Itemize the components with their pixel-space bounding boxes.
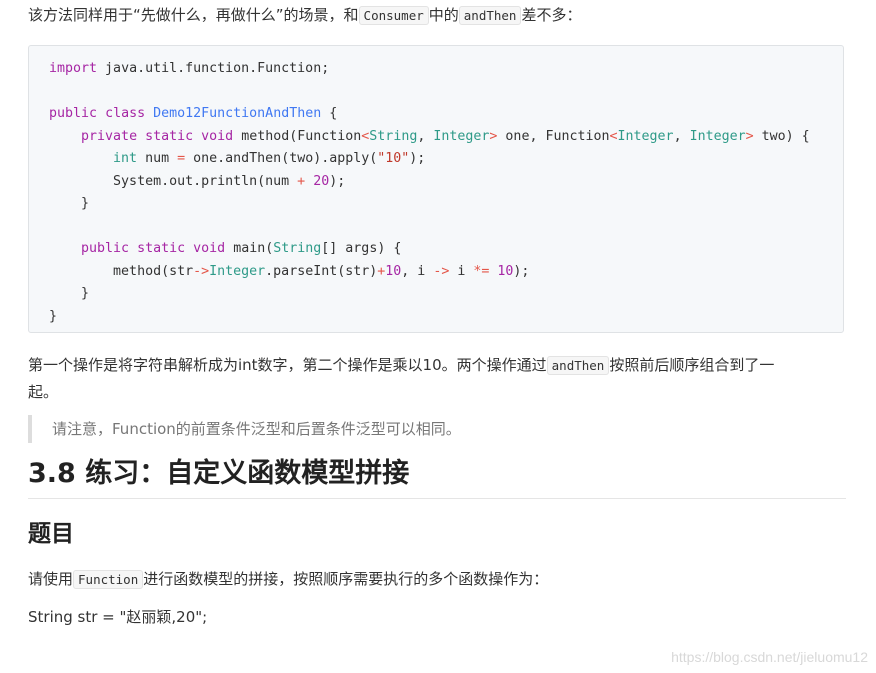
section-heading: 3.8 练习：自定义函数模型拼接 <box>28 452 846 499</box>
code-line-9: public static void main(String[] args) { <box>81 241 402 256</box>
task-text-before: 请使用 <box>28 570 74 588</box>
code-line-7: } <box>81 196 90 211</box>
intro-text-middle: 中的 <box>428 6 459 24</box>
code-content: import java.util.function.Function; publ… <box>29 46 843 340</box>
explanation-text-line2: 起。 <box>28 383 59 401</box>
code-line-5: int num = one.andThen(two).apply("10"); <box>113 151 426 166</box>
note-text: 请注意，Function的前置条件泛型和后置条件泛型可以相同。 <box>52 420 461 438</box>
watermark: https://blog.csdn.net/jieluomu12 <box>671 649 868 665</box>
code-line-10: method(str->Integer.parseInt(str)+10, i … <box>113 263 530 279</box>
inline-code-andthen-2: andThen <box>546 356 610 375</box>
subsection-heading: 题目 <box>28 521 74 547</box>
intro-paragraph: 该方法同样用于“先做什么，再做什么”的场景，和 Consumer 中的 andThen… <box>28 2 581 29</box>
inline-code-consumer: Consumer <box>358 6 429 25</box>
note-blockquote: 请注意，Function的前置条件泛型和后置条件泛型可以相同。 <box>28 415 844 443</box>
code-line-6: System.out.println(num + 20); <box>113 173 346 189</box>
code-line-3: public class Demo12FunctionAndThen { <box>49 106 338 121</box>
code-line-1: import java.util.function.Function; <box>49 61 330 76</box>
code-line-12: } <box>49 308 58 324</box>
intro-text-before: 该方法同样用于“先做什么，再做什么”的场景，和 <box>28 6 359 24</box>
explanation-text-after: 按照前后顺序组合到了一 <box>609 356 775 374</box>
inline-code-andthen: andThen <box>458 6 522 25</box>
code-line-11: } <box>81 286 90 301</box>
explanation-paragraph: 第一个操作是将字符串解析成为int数字，第二个操作是乘以10。两个操作通过 and… <box>28 352 846 405</box>
inline-code-function: Function <box>73 570 144 589</box>
intro-text-after: 差不多： <box>521 6 582 24</box>
explanation-text-before: 第一个操作是将字符串解析成为int数字，第二个操作是乘以10。两个操作通过 <box>28 356 547 374</box>
code-block: import java.util.function.Function; publ… <box>28 45 844 333</box>
task-text-after: 进行函数模型的拼接，按照顺序需要执行的多个函数操作为： <box>143 570 549 588</box>
string-declaration: String str = "赵丽颖,20"; <box>28 608 208 626</box>
code-line-4: private static void method(Function<Stri… <box>81 128 810 144</box>
task-paragraph: 请使用 Function 进行函数模型的拼接，按照顺序需要执行的多个函数操作为： <box>28 566 548 593</box>
